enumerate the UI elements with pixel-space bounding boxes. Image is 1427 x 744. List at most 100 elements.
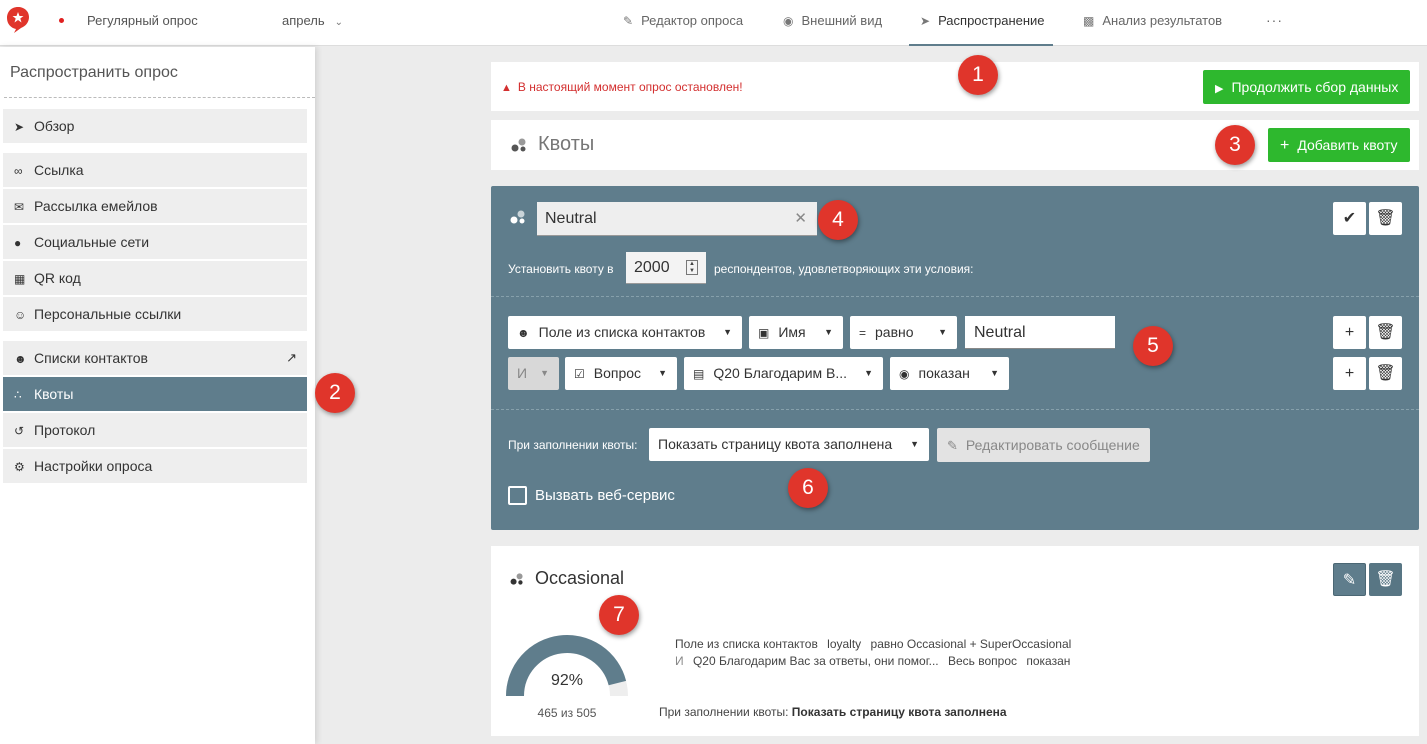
survey-name[interactable]: Регулярный опрос bbox=[87, 13, 198, 28]
condition-value-input[interactable]: Neutral bbox=[965, 316, 1115, 349]
pencil-icon: ✎ bbox=[1342, 572, 1357, 589]
annotation-marker: 2 bbox=[315, 373, 355, 413]
delete-quota-button[interactable]: 🗑 bbox=[1369, 202, 1402, 235]
edit-icon: ✎ bbox=[623, 14, 634, 28]
logo-icon[interactable] bbox=[6, 6, 30, 34]
on-fill-label: При заполнении квоты: bbox=[508, 438, 638, 452]
comment-icon: ▤ bbox=[693, 367, 705, 381]
sidebar-divider bbox=[4, 97, 315, 98]
condition-summary-2: И Q20 Благодарим Вас за ответы, они помо… bbox=[675, 654, 1071, 668]
sidebar-item-link[interactable]: ∞ Ссылка bbox=[3, 153, 307, 187]
caret-down-icon: ▼ bbox=[864, 368, 873, 378]
add-condition-button[interactable]: + bbox=[1333, 357, 1366, 390]
caret-down-icon: ▼ bbox=[824, 327, 833, 337]
quotas-title: Квоты bbox=[538, 133, 595, 155]
trash-icon: 🗑 bbox=[1375, 365, 1396, 382]
webservice-label: Вызвать веб-сервис bbox=[535, 487, 675, 504]
quota-count-input[interactable]: 2000 ▲ ▼ bbox=[626, 252, 706, 284]
quota-percent: 92% bbox=[550, 672, 584, 689]
quota-card-occasional: Occasional ✎ 🗑 92% 465 из 505 Поле из сп… bbox=[491, 546, 1419, 736]
sidebar-item-log[interactable]: ↺ Протокол bbox=[3, 413, 307, 447]
clear-icon[interactable]: ✕ bbox=[794, 202, 807, 236]
on-fill-action-select[interactable]: Показать страницу квота заполнена ▼ bbox=[649, 428, 929, 461]
sidebar-item-personal-links[interactable]: ☺ Персональные ссылки bbox=[3, 297, 307, 331]
condition-question-select[interactable]: ▤ Q20 Благодарим В... ▼ bbox=[684, 357, 883, 390]
quota-icon bbox=[511, 138, 526, 152]
webservice-checkbox[interactable] bbox=[508, 486, 527, 505]
quota-name-input[interactable]: Neutral ✕ bbox=[537, 202, 817, 236]
contacts-icon: ☻ bbox=[517, 326, 530, 340]
logic-operator-select: И ▼ bbox=[508, 357, 559, 390]
add-quota-button[interactable]: + Добавить квоту bbox=[1268, 128, 1410, 162]
delete-condition-button[interactable]: 🗑 bbox=[1369, 316, 1402, 349]
pencil-icon: ✎ bbox=[947, 438, 958, 453]
annotation-marker: 6 bbox=[788, 468, 828, 508]
chevron-down-icon: ⌄ bbox=[334, 17, 344, 28]
set-quota-label: Установить квоту в bbox=[508, 262, 614, 276]
condition-state-select[interactable]: ◉ показан ▼ bbox=[890, 357, 1009, 390]
respondents-label: респондентов, удовлетворяющих эти услови… bbox=[714, 262, 974, 276]
plus-icon: + bbox=[1344, 365, 1355, 382]
trash-icon: 🗑 bbox=[1375, 210, 1396, 227]
eye-icon: ◉ bbox=[899, 367, 910, 381]
facebook-icon: ● bbox=[14, 236, 22, 250]
edit-quota-button[interactable]: ✎ bbox=[1333, 563, 1366, 596]
status-panel: ▲ В настоящий момент опрос остановлен! ▶ П… bbox=[491, 62, 1419, 111]
divider bbox=[491, 409, 1419, 410]
external-link-icon[interactable]: ↗ bbox=[286, 341, 297, 375]
caret-down-icon: ▼ bbox=[910, 439, 919, 449]
gear-icon: ⚙ bbox=[14, 460, 25, 474]
palette-icon: ◉ bbox=[783, 14, 794, 28]
send-icon: ➤ bbox=[14, 120, 25, 134]
annotation-marker: 4 bbox=[818, 200, 858, 240]
month-label: апрель bbox=[282, 13, 325, 28]
tab-distribution[interactable]: ➤ Распространение bbox=[909, 0, 1053, 46]
save-quota-button[interactable]: ✔ bbox=[1333, 202, 1366, 235]
delete-condition-button[interactable]: 🗑 bbox=[1369, 357, 1402, 390]
add-condition-button[interactable]: + bbox=[1333, 316, 1366, 349]
quota-count: 465 из 505 bbox=[537, 706, 597, 720]
link-icon: ∞ bbox=[14, 164, 23, 178]
annotation-marker: 5 bbox=[1133, 326, 1173, 366]
caret-down-icon: ▼ bbox=[990, 368, 999, 378]
condition-operator-select[interactable]: = равно ▼ bbox=[850, 316, 957, 349]
sidebar-item-overview[interactable]: ➤ Обзор bbox=[3, 109, 307, 143]
annotation-marker: 3 bbox=[1215, 125, 1255, 165]
plus-icon: + bbox=[1344, 324, 1355, 341]
quota-title: Occasional bbox=[535, 568, 625, 588]
caret-down-icon: ▼ bbox=[938, 327, 947, 337]
condition-field-select[interactable]: ☻ Поле из списка контактов ▼ bbox=[508, 316, 742, 349]
sidebar-item-social[interactable]: ● Социальные сети bbox=[3, 225, 307, 259]
mail-icon: ✉ bbox=[14, 200, 25, 214]
sidebar-item-survey-settings[interactable]: ⚙ Настройки опроса bbox=[3, 449, 307, 483]
edit-message-button[interactable]: ✎ Редактировать сообщение bbox=[937, 428, 1150, 462]
tab-survey-editor[interactable]: ✎ Редактор опроса bbox=[623, 0, 743, 46]
annotation-marker: 1 bbox=[958, 55, 998, 95]
sidebar-item-contact-lists[interactable]: ☻ Списки контактов ↗ bbox=[3, 341, 307, 375]
caret-down-icon: ▼ bbox=[658, 368, 667, 378]
id-card-icon: ▣ bbox=[758, 326, 770, 340]
delete-quota-button[interactable]: 🗑 bbox=[1369, 563, 1402, 596]
tab-results-analysis[interactable]: ▩ Анализ результатов bbox=[1083, 0, 1222, 46]
qr-icon: ▦ bbox=[14, 272, 26, 286]
more-icon[interactable]: ··· bbox=[1266, 12, 1283, 28]
on-fill-summary: При заполнении квоты: Показать страницу … bbox=[659, 705, 1007, 719]
question-list-icon: ☑ bbox=[574, 367, 585, 381]
month-select[interactable]: апрель ⌄ bbox=[282, 13, 343, 28]
quota-icon bbox=[510, 573, 523, 585]
sidebar-item-qr[interactable]: ▦ QR код bbox=[3, 261, 307, 295]
sidebar-item-email[interactable]: ✉ Рассылка емейлов bbox=[3, 189, 307, 223]
trash-icon: 🗑 bbox=[1375, 324, 1396, 341]
tab-appearance[interactable]: ◉ Внешний вид bbox=[783, 0, 882, 46]
spinner-icon[interactable]: ▲ ▼ bbox=[686, 260, 698, 275]
quota-icon: ∴ bbox=[14, 388, 22, 402]
condition-source-select[interactable]: ☑ Вопрос ▼ bbox=[565, 357, 677, 390]
sidebar-item-quotas[interactable]: ∴ Квоты bbox=[3, 377, 307, 411]
top-bar: Регулярный опрос апрель ⌄ ✎ Редактор опрос… bbox=[0, 0, 1427, 46]
resume-collection-button[interactable]: ▶ Продолжить сбор данных bbox=[1203, 70, 1411, 104]
plus-icon: + bbox=[1280, 137, 1290, 154]
condition-attribute-select[interactable]: ▣ Имя ▼ bbox=[749, 316, 843, 349]
check-icon: ✔ bbox=[1342, 210, 1357, 227]
quota-icon bbox=[510, 210, 525, 224]
annotation-marker: 7 bbox=[599, 595, 639, 635]
